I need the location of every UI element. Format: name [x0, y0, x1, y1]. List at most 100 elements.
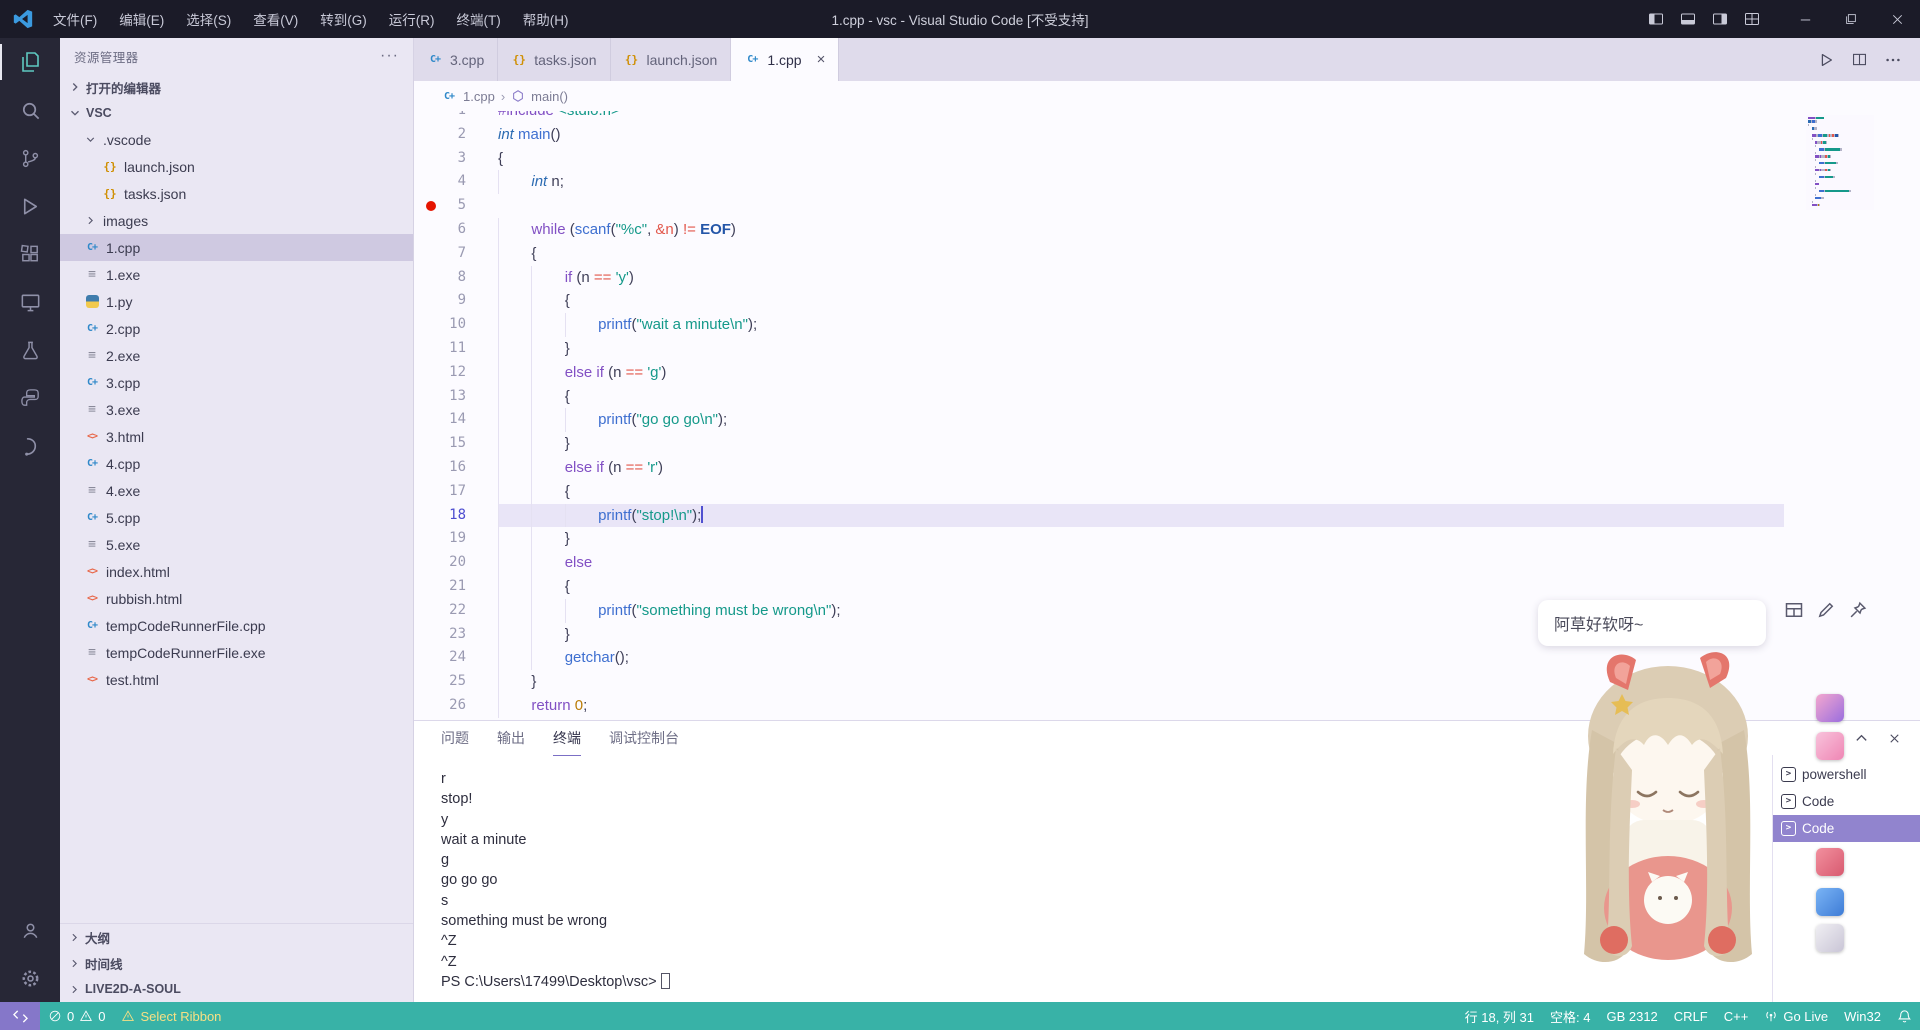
- activity-explorer-icon[interactable]: [0, 38, 60, 86]
- tree-item-5.cpp[interactable]: C+ 5.cpp: [60, 504, 413, 531]
- code-line[interactable]: 26 return 0;: [414, 693, 1920, 718]
- minimap[interactable]: [1806, 115, 1874, 210]
- toggle-secondary-sidebar-icon[interactable]: [1712, 11, 1728, 27]
- notifications-bell-icon[interactable]: [1889, 1002, 1920, 1030]
- code-line[interactable]: 25}: [414, 670, 1920, 694]
- code-line[interactable]: 13{: [414, 384, 1920, 409]
- status-platform[interactable]: Win32: [1836, 1002, 1889, 1030]
- panel-tab-调试控制台[interactable]: 调试控制台: [609, 721, 679, 756]
- panel-tab-输出[interactable]: 输出: [497, 721, 525, 756]
- tree-item-.vscode[interactable]: .vscode: [60, 126, 413, 153]
- run-code-icon[interactable]: [1817, 51, 1835, 69]
- close-tab-icon[interactable]: ×: [817, 52, 826, 67]
- live2d-pin-icon[interactable]: [1848, 600, 1868, 620]
- problems-status[interactable]: 0 0: [40, 1002, 113, 1030]
- code-line[interactable]: 4 int n;: [414, 170, 1920, 195]
- code-line[interactable]: 9{: [414, 289, 1920, 314]
- terminal-instance-powershell[interactable]: > powershell: [1773, 761, 1920, 788]
- activity-testing-icon[interactable]: [0, 326, 60, 374]
- live2d-panel-icon[interactable]: [1784, 600, 1804, 620]
- tree-item-tempCodeRunnerFile.cpp[interactable]: C+ tempCodeRunnerFile.cpp: [60, 612, 413, 639]
- code-line[interactable]: 21{: [414, 574, 1920, 599]
- tree-item-tasks.json[interactable]: {} tasks.json: [60, 180, 413, 207]
- tab-tasks.json[interactable]: {} tasks.json: [498, 38, 611, 81]
- extension-notice[interactable]: Select Ribbon: [113, 1002, 229, 1030]
- split-editor-icon[interactable]: [1851, 51, 1868, 68]
- customize-layout-icon[interactable]: [1744, 11, 1760, 27]
- code-line[interactable]: 19}: [414, 527, 1920, 552]
- tree-item-index.html[interactable]: <> index.html: [60, 558, 413, 585]
- section-大纲[interactable]: 大纲: [60, 924, 413, 950]
- activity-python-icon[interactable]: [0, 374, 60, 422]
- activity-run-debug-icon[interactable]: [0, 182, 60, 230]
- code-line[interactable]: 2 int main(): [414, 123, 1920, 147]
- code-line[interactable]: 12 else if (n == 'g'): [414, 360, 1920, 385]
- panel-tab-问题[interactable]: 问题: [441, 721, 469, 756]
- terminal-instance-Code[interactable]: > Code: [1773, 788, 1920, 815]
- tab-1.cpp[interactable]: C+ 1.cpp ×: [731, 38, 840, 81]
- tab-launch.json[interactable]: {} launch.json: [611, 38, 732, 81]
- code-line[interactable]: 20 else: [414, 551, 1920, 575]
- tree-item-1.py[interactable]: 1.py: [60, 288, 413, 315]
- activity-source-control-icon[interactable]: [0, 134, 60, 182]
- code-line[interactable]: 6 while (scanf("%c", &n) != EOF): [414, 217, 1920, 242]
- activity-live2d-icon[interactable]: [0, 422, 60, 470]
- tree-item-images[interactable]: images: [60, 207, 413, 234]
- code-line[interactable]: 10 printf("wait a minute\n");: [414, 313, 1920, 337]
- explorer-more-actions-icon[interactable]: ···: [380, 47, 399, 65]
- tree-item-2.cpp[interactable]: C+ 2.cpp: [60, 315, 413, 342]
- code-line[interactable]: 15}: [414, 432, 1920, 456]
- code-line[interactable]: 1#include <stdio.h>: [414, 111, 1920, 123]
- breadcrumb-symbol[interactable]: main(): [531, 89, 568, 104]
- menu-item[interactable]: 查看(V): [242, 0, 309, 38]
- code-line[interactable]: 24 getchar();: [414, 646, 1920, 671]
- code-line[interactable]: 3{: [414, 147, 1920, 171]
- minimize-button[interactable]: [1782, 0, 1828, 38]
- breadcrumb[interactable]: C+ 1.cpp › main(): [414, 81, 1920, 111]
- status-indent[interactable]: 空格: 4: [1542, 1002, 1598, 1030]
- tree-item-launch.json[interactable]: {} launch.json: [60, 153, 413, 180]
- code-line[interactable]: 18 printf("stop!\n");: [414, 503, 1920, 528]
- live2d-edit-icon[interactable]: [1816, 600, 1836, 620]
- tree-item-3.html[interactable]: <> 3.html: [60, 423, 413, 450]
- tree-item-tempCodeRunnerFile.exe[interactable]: ≡ tempCodeRunnerFile.exe: [60, 639, 413, 666]
- panel-close-icon[interactable]: [1887, 731, 1902, 746]
- status-golive[interactable]: Go Live: [1756, 1002, 1836, 1030]
- section-open-editors[interactable]: 打开的编辑器: [60, 74, 413, 100]
- menu-item[interactable]: 选择(S): [175, 0, 242, 38]
- menu-item[interactable]: 文件(F): [42, 0, 108, 38]
- restore-button[interactable]: [1828, 0, 1874, 38]
- status-eol[interactable]: CRLF: [1666, 1002, 1716, 1030]
- code-line[interactable]: 17{: [414, 479, 1920, 504]
- terminal-instance-Code[interactable]: > Code: [1773, 815, 1920, 842]
- panel-tab-终端[interactable]: 终端: [553, 721, 581, 756]
- section-LIVE2D-A-SOUL[interactable]: LIVE2D-A-SOUL: [60, 976, 413, 1002]
- code-line[interactable]: 5: [414, 194, 1920, 218]
- section-root-folder[interactable]: VSC: [60, 100, 413, 126]
- menu-item[interactable]: 终端(T): [446, 0, 512, 38]
- tree-item-3.cpp[interactable]: C+ 3.cpp: [60, 369, 413, 396]
- terminal-prompt-line[interactable]: PS C:\Users\17499\Desktop\vsc>: [441, 972, 1772, 992]
- close-window-button[interactable]: [1874, 0, 1920, 38]
- code-line[interactable]: 7{: [414, 241, 1920, 266]
- tree-item-test.html[interactable]: <> test.html: [60, 666, 413, 693]
- editor-more-actions-icon[interactable]: [1884, 51, 1902, 69]
- tree-item-4.exe[interactable]: ≡ 4.exe: [60, 477, 413, 504]
- activity-settings-icon[interactable]: [0, 954, 60, 1002]
- tree-item-1.cpp[interactable]: C+ 1.cpp: [60, 234, 413, 261]
- tab-3.cpp[interactable]: C+ 3.cpp: [414, 38, 499, 81]
- tree-item-3.exe[interactable]: ≡ 3.exe: [60, 396, 413, 423]
- status-encoding[interactable]: GB 2312: [1598, 1002, 1665, 1030]
- toggle-panel-icon[interactable]: [1680, 11, 1696, 27]
- activity-extensions-icon[interactable]: [0, 230, 60, 278]
- tree-item-4.cpp[interactable]: C+ 4.cpp: [60, 450, 413, 477]
- tree-item-rubbish.html[interactable]: <> rubbish.html: [60, 585, 413, 612]
- breakpoint-dot[interactable]: [426, 201, 436, 212]
- toggle-sidebar-icon[interactable]: [1648, 11, 1664, 27]
- menu-item[interactable]: 编辑(E): [108, 0, 175, 38]
- code-line[interactable]: 8 if (n == 'y'): [414, 265, 1920, 290]
- tree-item-5.exe[interactable]: ≡ 5.exe: [60, 531, 413, 558]
- code-line[interactable]: 14 printf("go go go\n");: [414, 408, 1920, 433]
- menu-item[interactable]: 运行(R): [378, 0, 446, 38]
- status-cursor[interactable]: 行 18, 列 31: [1457, 1002, 1542, 1030]
